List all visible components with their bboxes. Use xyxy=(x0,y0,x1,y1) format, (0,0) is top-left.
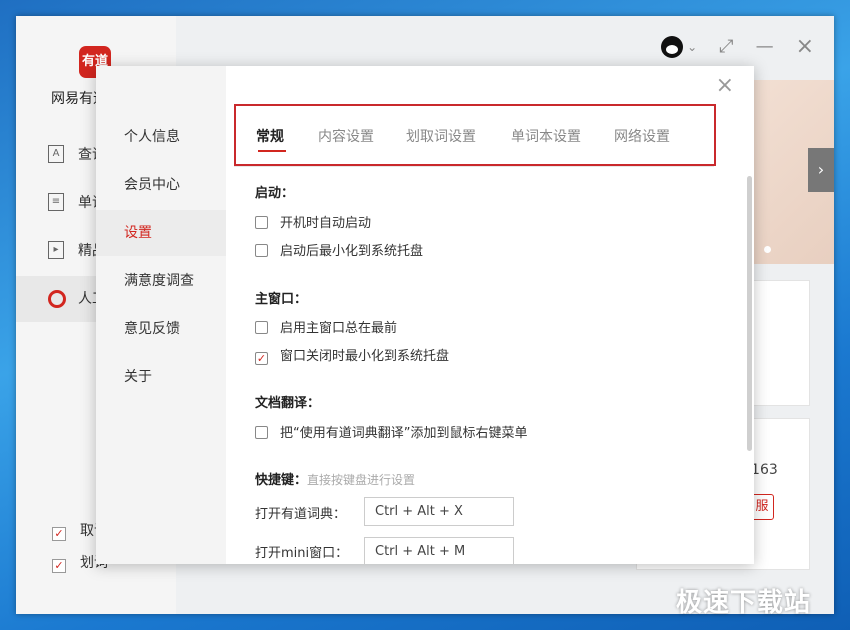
checkbox-always-on-top[interactable]: 启用主窗口总在最前 xyxy=(255,317,397,336)
tab-general[interactable]: 常规 xyxy=(256,126,284,146)
sidebar-item-feedback[interactable]: 意见反馈 xyxy=(96,306,226,352)
tab-network[interactable]: 网络设置 xyxy=(614,126,670,146)
dictionary-icon: A xyxy=(48,145,64,163)
tab-content[interactable]: 内容设置 xyxy=(318,126,374,146)
scrollbar[interactable] xyxy=(747,176,752,451)
tab-word-capture[interactable]: 划取词设置 xyxy=(406,126,476,146)
checkbox-close-to-tray[interactable]: ✓ 窗口关闭时最小化到系统托盘 xyxy=(255,345,449,365)
hotkey-hint: 直接按键盘进行设置 xyxy=(307,473,416,487)
sidebar-item-membership[interactable]: 会员中心 xyxy=(96,162,226,208)
checkmark-icon: ✓ xyxy=(52,527,66,541)
checkbox-box[interactable] xyxy=(255,216,268,229)
tab-wordbook[interactable]: 单词本设置 xyxy=(511,126,581,146)
hotkey-label-open-dict: 打开有道词典： xyxy=(255,507,347,522)
settings-dialog: 个人信息 会员中心 设置 满意度调查 意见反馈 关于 × 常规 内容设置 划取词… xyxy=(96,66,754,564)
hotkey-input-open-mini[interactable]: Ctrl + Alt + M xyxy=(364,537,514,564)
carousel-dot[interactable] xyxy=(764,246,771,253)
sidebar-item-settings[interactable]: 设置 xyxy=(96,210,226,256)
divider xyxy=(234,166,714,167)
checkbox-box[interactable] xyxy=(255,244,268,257)
close-icon[interactable]: × xyxy=(716,75,734,97)
sidebar-item-about[interactable]: 关于 xyxy=(96,354,226,400)
section-title-main-window: 主窗口： xyxy=(255,292,308,307)
hotkey-input-open-dict[interactable]: Ctrl + Alt + X xyxy=(364,497,514,526)
user-menu[interactable]: ⌄ xyxy=(661,35,698,58)
minimize-icon[interactable]: — xyxy=(756,36,774,57)
sidebar-item-survey[interactable]: 满意度调查 xyxy=(96,258,226,304)
sidebar-item-profile[interactable]: 个人信息 xyxy=(96,114,226,160)
hotkey-label-open-mini: 打开mini窗口： xyxy=(255,546,349,561)
window-controls: ⌄ ⤢ — × xyxy=(661,34,814,59)
checkbox-context-menu[interactable]: 把“使用有道词典翻译”添加到鼠标右键菜单 xyxy=(255,422,527,441)
checkbox-auto-start[interactable]: 开机时自动启动 xyxy=(255,212,371,231)
restore-icon[interactable]: ⤢ xyxy=(719,36,733,57)
chevron-down-icon: ⌄ xyxy=(687,39,698,54)
site-watermark: 极速下载站 xyxy=(676,588,812,618)
checkmark-icon[interactable]: ✓ xyxy=(255,352,268,365)
settings-sidebar: 个人信息 会员中心 设置 满意度调查 意见反馈 关于 xyxy=(96,66,226,564)
checkmark-icon: ✓ xyxy=(52,559,66,573)
checkbox-start-minimized[interactable]: 启动后最小化到系统托盘 xyxy=(255,240,423,259)
section-title-startup: 启动： xyxy=(255,186,295,201)
checkbox-box[interactable] xyxy=(255,426,268,439)
video-icon: ▸ xyxy=(48,241,64,259)
qq-avatar-icon xyxy=(661,35,684,58)
tabs-highlight-box: 常规 内容设置 划取词设置 单词本设置 网络设置 xyxy=(234,104,716,166)
chevron-right-icon[interactable]: › xyxy=(808,148,834,192)
translate-icon xyxy=(48,290,66,308)
section-title-doc-translate: 文档翻译： xyxy=(255,396,321,411)
active-tab-indicator xyxy=(258,150,286,152)
checkbox-box[interactable] xyxy=(255,321,268,334)
section-title-hotkeys: 快捷键：直接按键盘进行设置 xyxy=(255,473,416,488)
close-icon[interactable]: × xyxy=(796,34,814,59)
wordbook-icon: ≡ xyxy=(48,193,64,211)
